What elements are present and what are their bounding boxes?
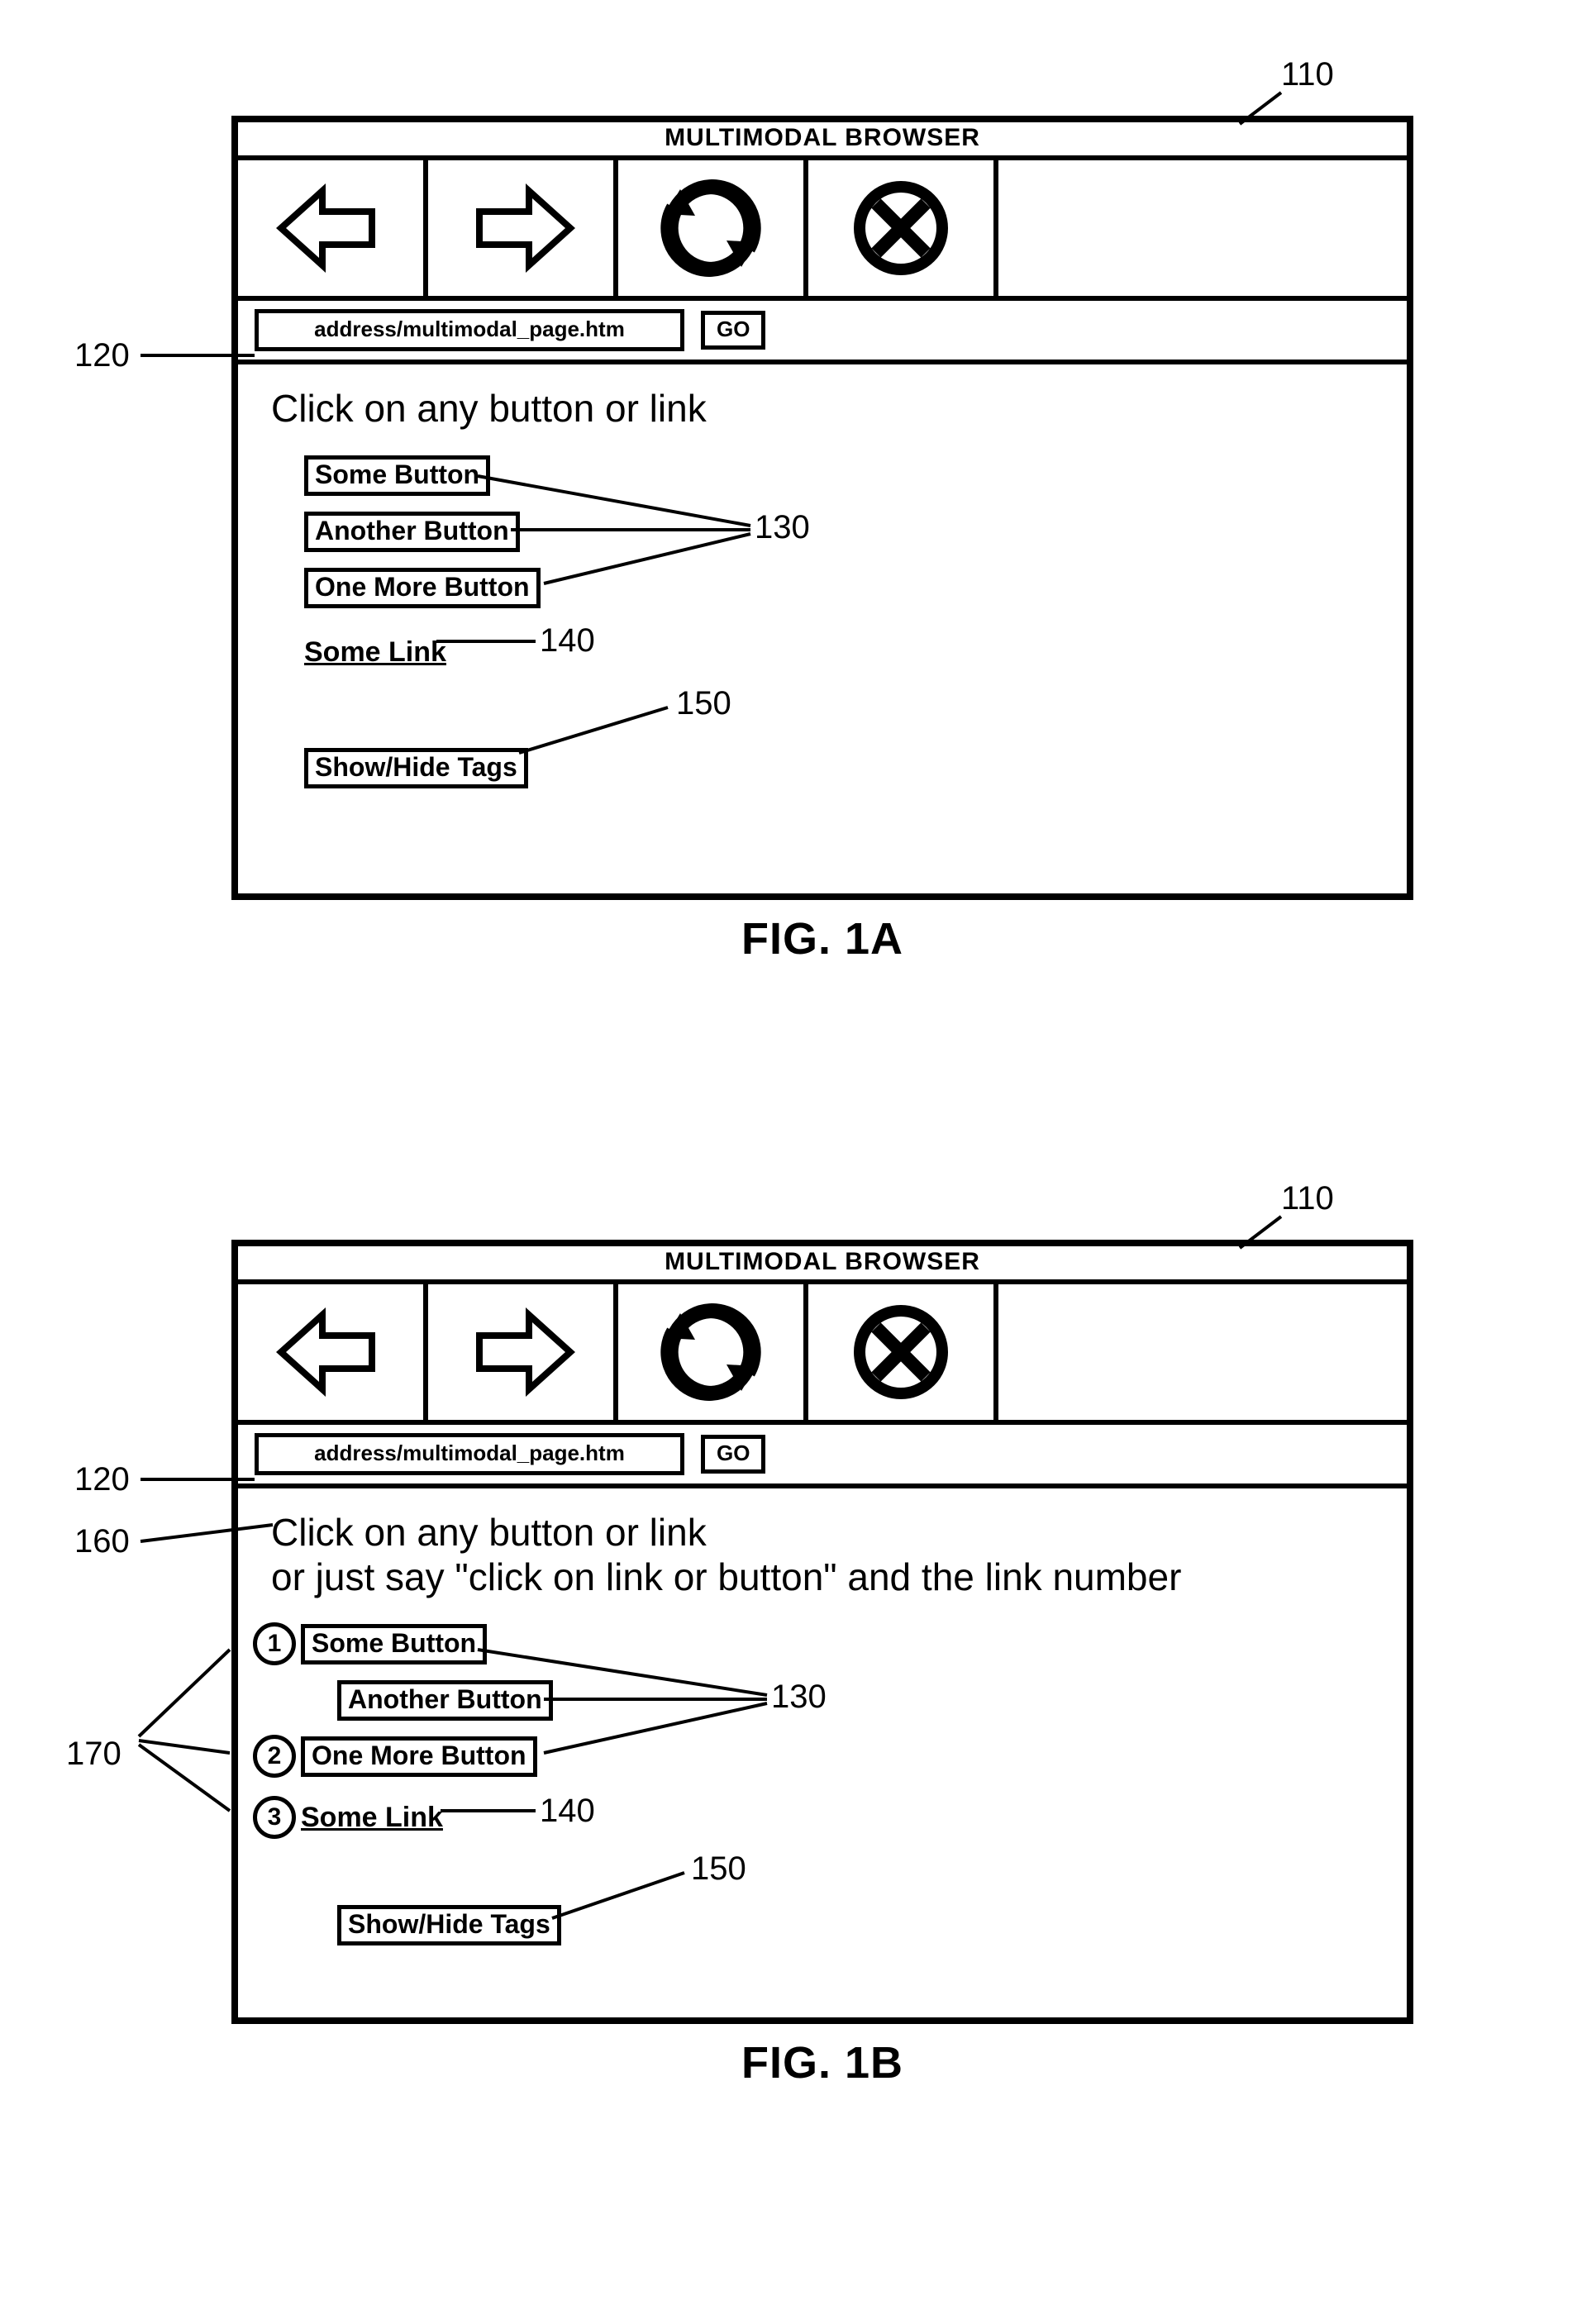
figure-caption-1b: FIG. 1B bbox=[231, 2037, 1413, 2088]
page-content-1b: Click on any button or link or just say … bbox=[238, 1488, 1407, 2017]
back-button[interactable] bbox=[238, 1284, 428, 1420]
ref-120: 120 bbox=[74, 1461, 130, 1498]
close-circle-icon bbox=[851, 1303, 950, 1402]
figure-1b: MULTIMODAL BROWSER bbox=[231, 1240, 1413, 2088]
figure-caption-1a: FIG. 1A bbox=[231, 913, 1413, 964]
ref-140: 140 bbox=[540, 622, 595, 660]
ref-110: 110 bbox=[1281, 56, 1334, 93]
close-circle-icon bbox=[851, 179, 950, 278]
ref-150: 150 bbox=[676, 685, 731, 722]
address-bar: address/multimodal_page.htm GO bbox=[238, 301, 1407, 364]
toolbar bbox=[238, 1284, 1407, 1425]
page-content-1a: Click on any button or link Some Button … bbox=[238, 364, 1407, 893]
arrow-right-icon bbox=[463, 179, 579, 278]
stop-button[interactable] bbox=[808, 1284, 998, 1420]
arrow-left-icon bbox=[273, 179, 388, 278]
ref-120: 120 bbox=[74, 337, 130, 374]
browser-window-1a: MULTIMODAL BROWSER bbox=[231, 116, 1413, 900]
go-button[interactable]: GO bbox=[701, 1435, 765, 1474]
figure-1a: MULTIMODAL BROWSER bbox=[231, 116, 1413, 964]
address-field[interactable]: address/multimodal_page.htm bbox=[255, 309, 684, 351]
ref-130: 130 bbox=[755, 509, 810, 546]
ref-160: 160 bbox=[74, 1523, 130, 1560]
go-button[interactable]: GO bbox=[701, 311, 765, 350]
forward-button[interactable] bbox=[428, 1284, 618, 1420]
arrow-right-icon bbox=[463, 1303, 579, 1402]
ref-170: 170 bbox=[66, 1736, 121, 1773]
address-bar: address/multimodal_page.htm GO bbox=[238, 1425, 1407, 1488]
refresh-icon bbox=[657, 1298, 765, 1406]
arrow-left-icon bbox=[273, 1303, 388, 1402]
ref-130: 130 bbox=[771, 1679, 827, 1716]
browser-window-1b: MULTIMODAL BROWSER bbox=[231, 1240, 1413, 2024]
forward-button[interactable] bbox=[428, 160, 618, 296]
refresh-button[interactable] bbox=[618, 160, 808, 296]
ref-110: 110 bbox=[1281, 1180, 1334, 1217]
window-title: MULTIMODAL BROWSER bbox=[238, 1246, 1407, 1284]
callout-leads-1b bbox=[238, 1488, 1407, 2017]
window-title: MULTIMODAL BROWSER bbox=[238, 122, 1407, 160]
callout-leads-1a bbox=[238, 364, 1407, 893]
stop-button[interactable] bbox=[808, 160, 998, 296]
ref-150: 150 bbox=[691, 1850, 746, 1888]
address-field[interactable]: address/multimodal_page.htm bbox=[255, 1433, 684, 1475]
ref-140: 140 bbox=[540, 1793, 595, 1830]
refresh-icon bbox=[657, 174, 765, 282]
back-button[interactable] bbox=[238, 160, 428, 296]
toolbar bbox=[238, 160, 1407, 301]
refresh-button[interactable] bbox=[618, 1284, 808, 1420]
